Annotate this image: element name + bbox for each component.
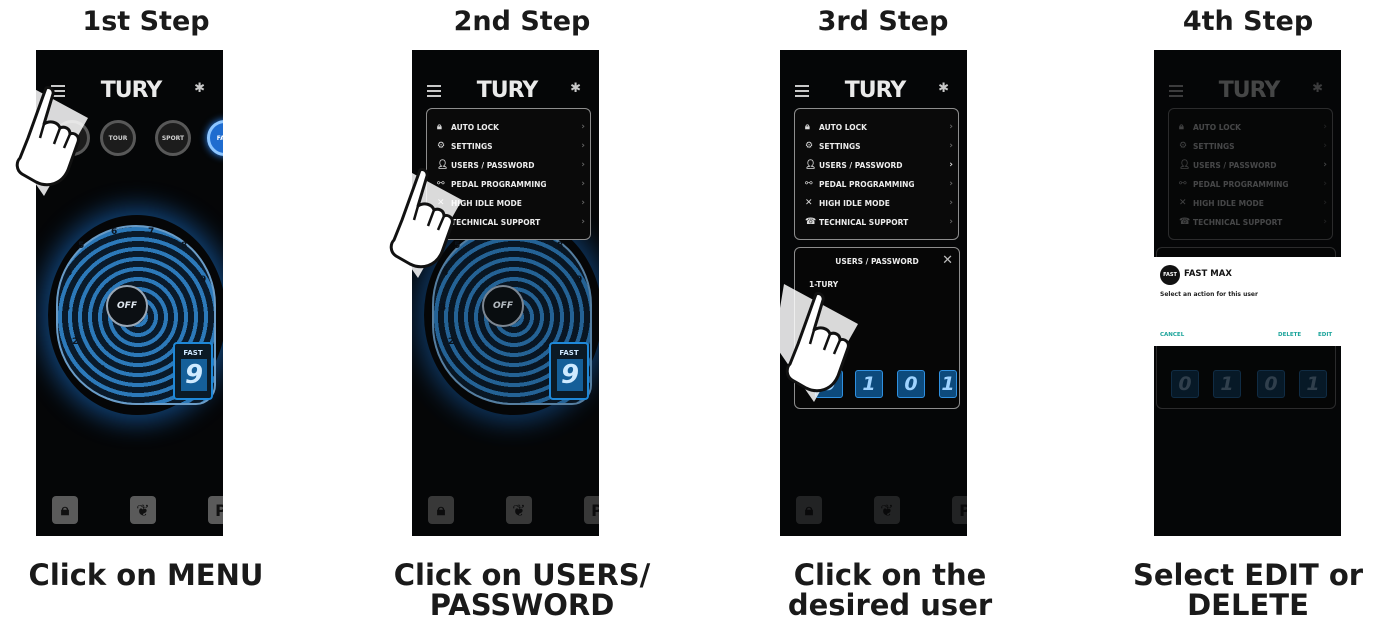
lock-button[interactable]: 🔒︎ — [796, 496, 822, 524]
dial-level-8[interactable]: 8 — [557, 241, 563, 251]
dial-level-1[interactable]: 1 — [100, 365, 106, 375]
menu-icon[interactable] — [427, 85, 441, 97]
step-3-caption: Click on the desired user — [787, 558, 993, 623]
menu-item-users-password: 👤︎ USERS / PASSWORD › — [1179, 160, 1327, 170]
mode-button-sport[interactable]: SPORT — [155, 120, 191, 156]
menu-item-high-idle-mode: ✕ HIGH IDLE MODE › — [1179, 198, 1327, 208]
step-1-title: 1st Step — [82, 6, 210, 37]
menu-item-settings[interactable]: ⚙ SETTINGS › — [805, 138, 955, 154]
dial-level-6[interactable]: 6 — [111, 227, 117, 237]
pin-digit-4: 1 — [1299, 370, 1327, 398]
parking-button[interactable]: P — [584, 496, 599, 524]
pin-digit-1: 0 — [1171, 370, 1199, 398]
gear-icon: ⚙ — [437, 141, 446, 151]
pin-digit-2: 1 — [1213, 370, 1241, 398]
bluetooth-icon[interactable]: ✱ — [194, 81, 205, 96]
pedal-icon: ⚯ — [1179, 179, 1187, 189]
phone-screen-step-2: TURY ✱ 1 2 3 4 5 6 7 8 9 OFF FAST 9 🔒︎AU… — [412, 50, 599, 536]
delete-button[interactable]: DELETE — [1278, 332, 1301, 338]
eco-button[interactable]: ❦ — [130, 496, 156, 524]
menu-item-high-idle-mode[interactable]: ✕HIGH IDLE MODE› — [805, 195, 955, 211]
parking-button[interactable]: P — [952, 496, 967, 524]
step-2-title: 2nd Step — [453, 6, 591, 37]
lock-icon: 🔒︎ — [805, 122, 810, 132]
wrench-icon: ✕ — [805, 198, 813, 208]
brand-logo: TURY — [100, 78, 163, 103]
menu-item-auto-lock[interactable]: 🔒︎ AUTO LOCK › — [805, 119, 955, 135]
fast-logo-icon: FAST — [1160, 265, 1180, 285]
eco-button[interactable]: ❦ — [506, 496, 532, 524]
pin-digit-3: 0 — [897, 370, 925, 398]
gear-icon: ⚙ — [805, 141, 814, 151]
main-menu-panel: 🔒︎ AUTO LOCK › ⚙ SETTINGS › 👤︎ USERS / PASSWO… — [794, 108, 959, 240]
gear-icon: ⚙ — [1179, 141, 1188, 151]
pointing-hand-icon — [4, 78, 88, 196]
parking-button[interactable]: P — [208, 496, 223, 524]
pointing-hand-icon — [774, 284, 858, 402]
step-4-title: 4th Step — [1182, 6, 1314, 37]
pin-digit-4: 1 — [939, 370, 957, 398]
dial-level-9[interactable]: 9 — [576, 275, 582, 285]
menu-item-technical-support: ☎ TECHNICAL SUPPORT › — [1179, 217, 1327, 227]
wrench-icon: ✕ — [1179, 198, 1187, 208]
menu-item-auto-lock[interactable]: 🔒︎ AUTO LOCK › — [437, 119, 587, 135]
brand-logo: TURY — [1218, 78, 1281, 103]
users-panel-title: USERS / PASSWORD — [835, 257, 919, 266]
bluetooth-icon[interactable]: ✱ — [938, 81, 949, 96]
dial-level-2[interactable]: 2 — [72, 337, 78, 347]
lock-icon: 🔒︎ — [1179, 122, 1184, 132]
menu-item-pedal-programming[interactable]: ⚯ PEDAL PROGRAMMING › — [805, 176, 955, 192]
brand-logo: TURY — [844, 78, 907, 103]
menu-icon[interactable] — [795, 85, 809, 97]
main-menu-panel: 🔒︎ AUTO LOCK › ⚙ SETTINGS › 👤︎ USERS / PASSWO… — [1168, 108, 1333, 240]
close-icon[interactable]: ✕ — [942, 253, 953, 268]
step-3-title: 3rd Step — [817, 6, 949, 37]
menu-item-technical-support[interactable]: ☎TECHNICAL SUPPORT› — [805, 214, 955, 230]
menu-icon — [1169, 85, 1183, 97]
step-2-caption: Click on USERS/ PASSWORD — [393, 558, 651, 623]
dial-level-2[interactable]: 2 — [448, 337, 454, 347]
support-icon: ☎ — [805, 217, 817, 227]
dial-level-1[interactable]: 1 — [476, 365, 482, 375]
pin-digit-3: 0 — [1257, 370, 1285, 398]
user-action-dialog: FAST FAST MAX Select an action for this … — [1154, 257, 1341, 346]
pedal-icon: ⚯ — [805, 179, 813, 189]
dialog-message: Select an action for this user — [1160, 291, 1258, 298]
menu-item-settings[interactable]: ⚙ SETTINGS › — [437, 138, 587, 154]
user-icon: 👤︎ — [1179, 160, 1191, 170]
speed-display: FAST 9 — [549, 342, 589, 400]
dial-level-7[interactable]: 7 — [148, 227, 154, 237]
lock-button[interactable]: 🔒︎ — [428, 496, 454, 524]
dial-level-8[interactable]: 8 — [181, 241, 187, 251]
bluetooth-icon: ✱ — [1312, 81, 1323, 96]
dial-level-4[interactable]: 4 — [66, 268, 72, 278]
bluetooth-icon[interactable]: ✱ — [570, 81, 581, 96]
edit-button[interactable]: EDIT — [1318, 332, 1332, 338]
dial-level-3[interactable]: 3 — [440, 303, 446, 313]
mode-button-fast[interactable]: FAST — [207, 120, 223, 156]
menu-item-auto-lock: 🔒︎ AUTO LOCK › — [1179, 122, 1327, 132]
brand-logo: TURY — [476, 78, 539, 103]
dial-level-3[interactable]: 3 — [64, 303, 70, 313]
phone-screen-step-4: TURY ✱ 🔒︎ AUTO LOCK › ⚙ SETTINGS › 👤︎ USERS /… — [1154, 50, 1341, 536]
dialog-title: FAST MAX — [1184, 269, 1232, 279]
dial-level-5[interactable]: 5 — [78, 241, 84, 251]
dial-level-9[interactable]: 9 — [200, 275, 206, 285]
pointing-hand-icon — [378, 160, 462, 278]
dial-off-button[interactable]: OFF — [482, 285, 524, 327]
menu-item-pedal-programming: ⚯ PEDAL PROGRAMMING › — [1179, 179, 1327, 189]
mode-button-tour[interactable]: TOUR — [100, 120, 136, 156]
menu-item-users-password[interactable]: 👤︎ USERS / PASSWORD › — [805, 157, 955, 173]
cancel-button[interactable]: CANCEL — [1160, 332, 1184, 338]
eco-button[interactable]: ❦ — [874, 496, 900, 524]
lock-button[interactable]: 🔒︎ — [52, 496, 78, 524]
support-icon: ☎ — [1179, 217, 1191, 227]
lock-icon: 🔒︎ — [437, 122, 442, 132]
dial-off-button[interactable]: OFF — [106, 285, 148, 327]
step-1-caption: Click on MENU — [28, 558, 264, 592]
step-4-caption: Select EDIT or DELETE — [1132, 558, 1364, 623]
menu-item-settings: ⚙ SETTINGS › — [1179, 141, 1327, 151]
user-icon: 👤︎ — [805, 160, 817, 170]
speed-display: FAST 9 — [173, 342, 213, 400]
